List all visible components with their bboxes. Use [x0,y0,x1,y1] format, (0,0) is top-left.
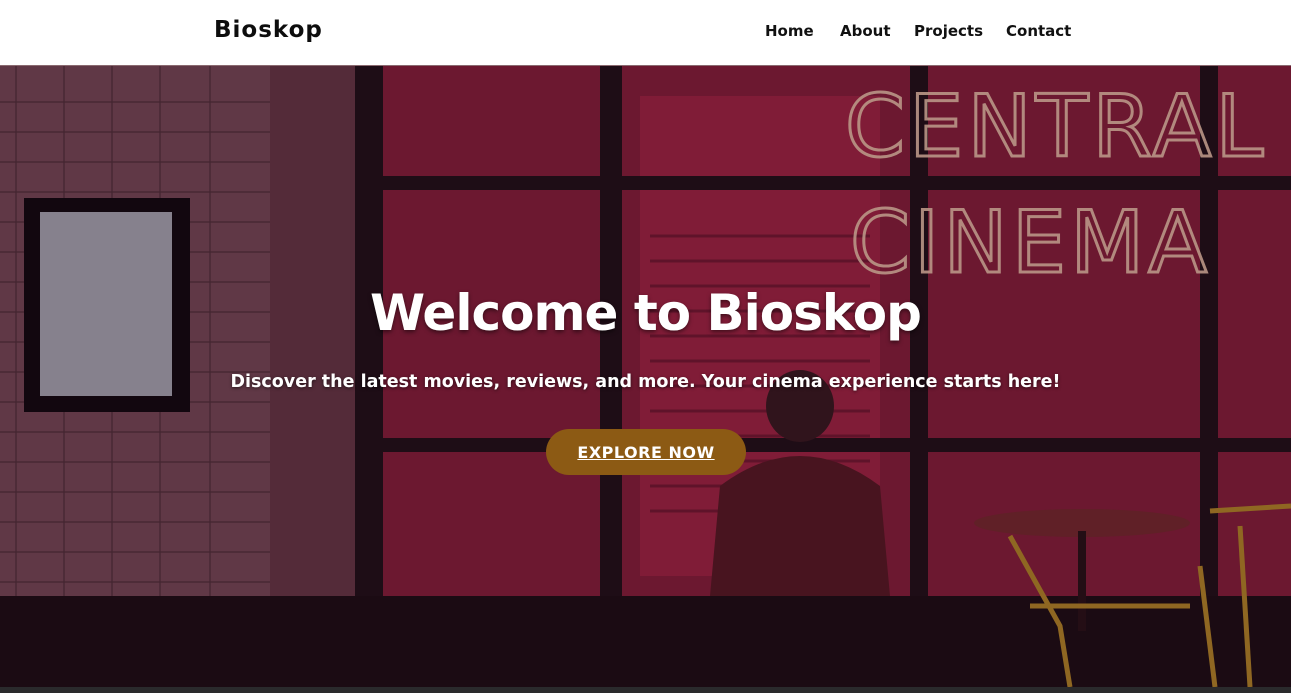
nav-home[interactable]: Home [765,22,814,40]
nav-about[interactable]: About [840,22,891,40]
hero-title: Welcome to Bioskop [370,284,922,342]
site-header: Bioskop Home About Projects Contact [0,0,1291,66]
explore-now-button[interactable]: EXPLORE NOW [546,429,746,475]
hero-subtitle: Discover the latest movies, reviews, and… [230,372,1061,392]
horizontal-scrollbar[interactable] [0,687,1291,693]
main-nav: Home About Projects Contact [0,22,1291,42]
nav-projects[interactable]: Projects [914,22,983,40]
nav-contact[interactable]: Contact [1006,22,1071,40]
hero-section: CENTRAL CINEMA Welcome to Bioskop Discov… [0,66,1291,687]
